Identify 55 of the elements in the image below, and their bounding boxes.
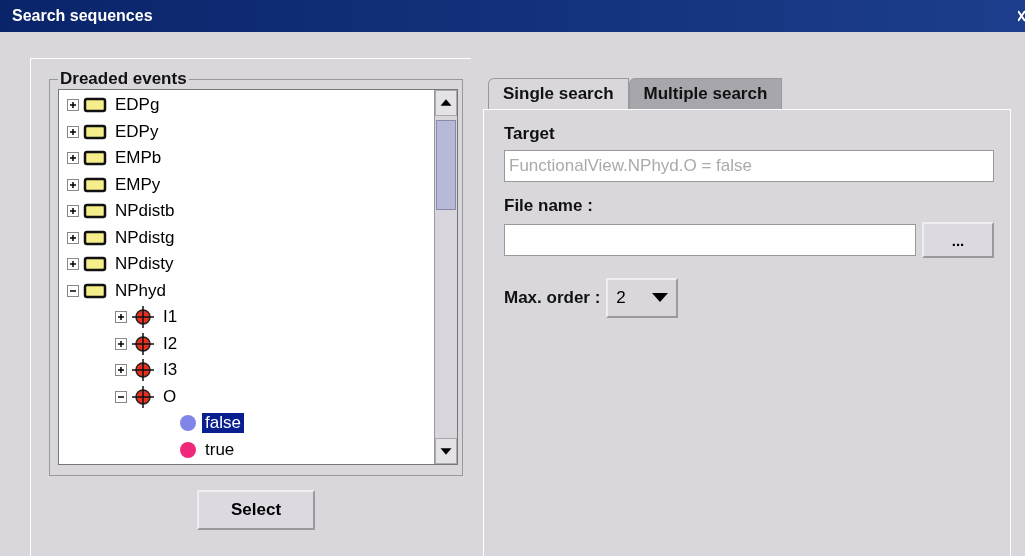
- tree-item[interactable]: NPhyd: [112, 280, 170, 301]
- folder-icon: [83, 97, 107, 114]
- crosshair-icon: [131, 332, 155, 355]
- crosshair-icon: [131, 306, 155, 329]
- expand-icon[interactable]: [67, 231, 79, 244]
- folder-icon: [83, 123, 107, 140]
- collapse-icon[interactable]: [67, 284, 79, 297]
- folder-icon: [83, 176, 107, 193]
- crosshair-icon: [131, 385, 155, 408]
- field-label: Target: [504, 124, 556, 144]
- folder-icon: [83, 282, 107, 299]
- collapse-icon[interactable]: [115, 390, 127, 403]
- field-label: Max. order :: [504, 288, 601, 308]
- caret-icon: [652, 293, 669, 303]
- group-title: Dreaded events: [59, 69, 188, 89]
- tree-item[interactable]: I3: [160, 360, 181, 381]
- file-name-field[interactable]: [504, 224, 916, 256]
- scroll-thumb[interactable]: [436, 120, 456, 210]
- expand-icon[interactable]: [115, 337, 127, 350]
- tree-item[interactable]: EMPy: [112, 174, 164, 195]
- expand-icon[interactable]: [67, 205, 79, 218]
- browse-button[interactable]: ...: [922, 222, 994, 258]
- tree-item[interactable]: O: [160, 386, 180, 407]
- field-label: File name :: [504, 196, 594, 216]
- select-button[interactable]: Select: [197, 490, 315, 530]
- tree-item[interactable]: EMPb: [112, 148, 165, 169]
- close-icon[interactable]: [1018, 9, 1025, 23]
- folder-icon: [83, 203, 107, 220]
- tree-item[interactable]: NPdistb: [112, 201, 178, 222]
- tree-item[interactable]: false: [202, 413, 244, 434]
- folder-icon: [83, 150, 107, 167]
- expand-icon[interactable]: [115, 311, 127, 324]
- folder-icon: [83, 229, 107, 246]
- expand-icon[interactable]: [67, 178, 79, 191]
- expand-icon[interactable]: [67, 258, 79, 271]
- window-title: Search sequences: [12, 7, 153, 25]
- tree-item[interactable]: EDPy: [112, 121, 162, 142]
- max-order-dropdown[interactable]: 2: [606, 278, 679, 318]
- tree-item[interactable]: true: [202, 439, 238, 460]
- tree-item[interactable]: NPdistg: [112, 227, 178, 248]
- tree-item[interactable]: EDPg: [112, 95, 163, 116]
- tab[interactable]: Multiple search: [628, 78, 783, 109]
- crosshair-icon: [131, 359, 155, 382]
- folder-icon: [83, 256, 107, 273]
- tree-item[interactable]: I1: [160, 307, 181, 328]
- expand-icon[interactable]: [67, 99, 79, 112]
- tab[interactable]: Single search: [488, 78, 629, 109]
- tree-item[interactable]: NPdisty: [112, 254, 177, 275]
- expand-icon[interactable]: [115, 364, 127, 377]
- scrollbar[interactable]: [434, 90, 457, 464]
- scroll-up-icon[interactable]: [435, 90, 457, 116]
- tree-item[interactable]: I2: [160, 333, 181, 354]
- scroll-down-icon[interactable]: [435, 438, 457, 464]
- expand-icon[interactable]: [67, 152, 79, 165]
- expand-icon[interactable]: [67, 125, 79, 138]
